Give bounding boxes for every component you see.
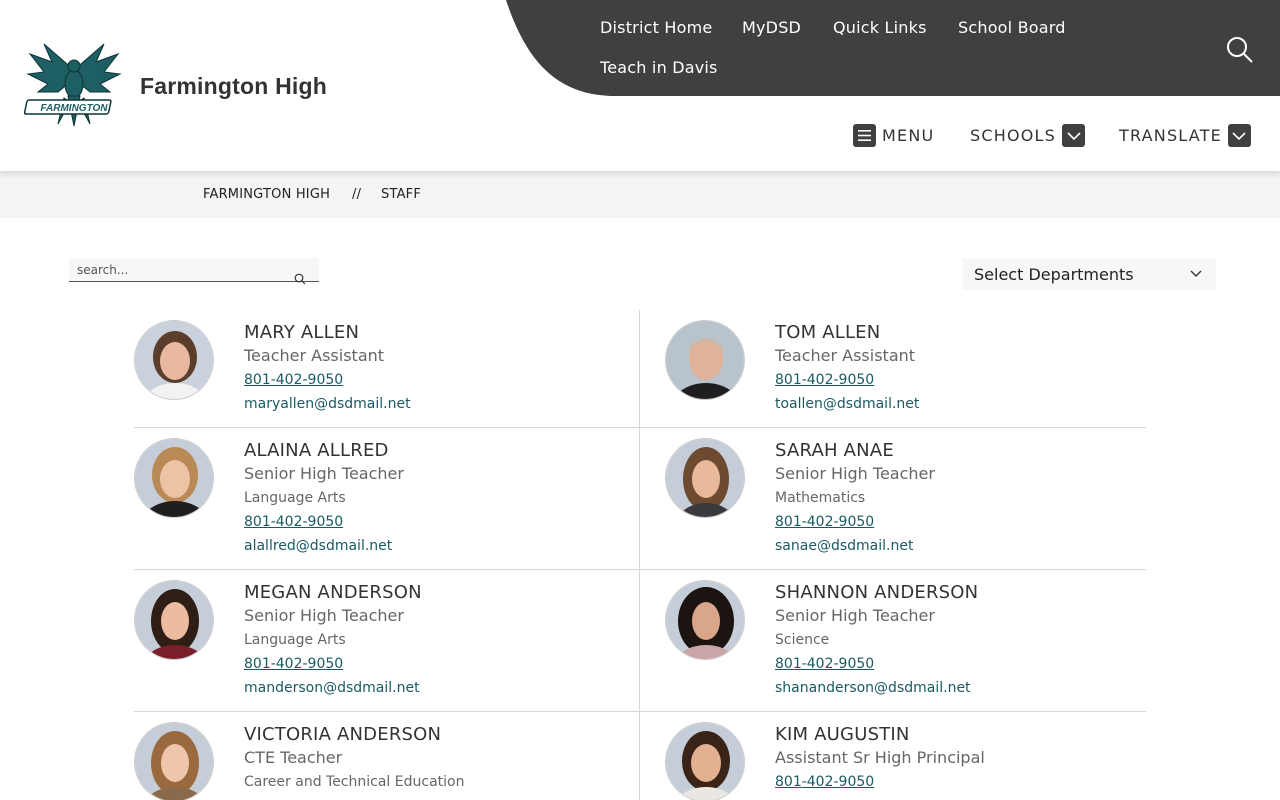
- staff-department: Science: [775, 632, 830, 648]
- staff-photo: [134, 722, 214, 800]
- chevron-down-icon: [1227, 124, 1251, 147]
- staff-info: KIM AUGUSTIN Assistant Sr High Principal…: [775, 722, 985, 792]
- hamburger-icon: [853, 124, 876, 147]
- utility-nav-panel: [506, 0, 1280, 96]
- staff-name: ALAINA ALLRED: [244, 440, 389, 461]
- nav-mydsd[interactable]: MyDSD: [742, 18, 801, 37]
- site-header: FARMINGTON Farmington High District Home…: [0, 0, 1280, 171]
- row-divider: [134, 711, 1146, 712]
- breadcrumb: FARMINGTON HIGH // STAFF: [0, 171, 1280, 218]
- staff-email-link[interactable]: alallred@dsdmail.net: [244, 536, 404, 556]
- staff-phone-link[interactable]: 801-402-9050: [244, 654, 422, 674]
- staff-info: MARY ALLEN Teacher Assistant 801-402-905…: [244, 320, 411, 414]
- staff-info: SHANNON ANDERSON Senior High Teacher Sci…: [775, 580, 978, 698]
- staff-info: ALAINA ALLRED Senior High Teacher Langua…: [244, 438, 404, 556]
- menu-button[interactable]: MENU: [853, 124, 934, 147]
- logo-text: FARMINGTON: [40, 103, 108, 114]
- staff-phone-link[interactable]: 801-402-9050: [775, 512, 935, 532]
- schools-dropdown[interactable]: SCHOOLS: [970, 124, 1086, 147]
- panel-curve: [506, 0, 616, 96]
- nav-quick-links[interactable]: Quick Links: [833, 18, 927, 37]
- staff-phone-link[interactable]: 801-402-9050: [775, 370, 919, 390]
- staff-info: VICTORIA ANDERSON CTE Teacher Career and…: [244, 722, 464, 792]
- chevron-down-icon: [1062, 124, 1086, 147]
- staff-email-link[interactable]: toallen@dsdmail.net: [775, 394, 919, 414]
- nav-school-board[interactable]: School Board: [958, 18, 1066, 37]
- staff-name: SHANNON ANDERSON: [775, 582, 979, 603]
- staff-department: Mathematics: [775, 490, 866, 506]
- staff-department: Career and Technical Education: [244, 774, 465, 790]
- translate-dropdown[interactable]: TRANSLATE: [1119, 124, 1251, 147]
- staff-photo: [665, 580, 745, 660]
- staff-email-link[interactable]: maryallen@dsdmail.net: [244, 394, 411, 414]
- column-divider: [639, 310, 640, 800]
- search-input[interactable]: [69, 258, 289, 281]
- staff-title: Senior High Teacher: [244, 606, 404, 625]
- staff-title: Teacher Assistant: [775, 346, 916, 365]
- staff-info: SARAH ANAE Senior High Teacher Mathemati…: [775, 438, 935, 556]
- staff-phone-link[interactable]: 801-402-9050: [775, 772, 985, 792]
- staff-title: Senior High Teacher: [775, 606, 935, 625]
- row-divider: [134, 569, 1146, 570]
- breadcrumb-current: STAFF: [381, 187, 422, 202]
- staff-phone-link[interactable]: 801-402-9050: [775, 654, 978, 674]
- staff-email-link[interactable]: sanae@dsdmail.net: [775, 536, 935, 556]
- staff-photo: [134, 438, 214, 518]
- staff-title: Teacher Assistant: [244, 346, 385, 365]
- staff-name: KIM AUGUSTIN: [775, 724, 910, 745]
- menu-label: MENU: [882, 126, 935, 145]
- row-divider: [134, 427, 1146, 428]
- translate-label: TRANSLATE: [1119, 126, 1222, 145]
- staff-name: VICTORIA ANDERSON: [244, 724, 442, 745]
- staff-name: MEGAN ANDERSON: [244, 582, 422, 603]
- search-icon[interactable]: [294, 273, 306, 285]
- staff-phone-link[interactable]: 801-402-9050: [244, 370, 411, 390]
- staff-department: Language Arts: [244, 632, 346, 648]
- staff-title: Senior High Teacher: [775, 464, 935, 483]
- staff-title: Assistant Sr High Principal: [775, 748, 985, 767]
- nav-teach-in-davis[interactable]: Teach in Davis: [600, 58, 718, 77]
- department-select[interactable]: Select Departments: [962, 258, 1216, 290]
- staff-department: Language Arts: [244, 490, 346, 506]
- staff-email-link[interactable]: manderson@dsdmail.net: [244, 678, 422, 698]
- staff-photo: [665, 722, 745, 800]
- staff-info: MEGAN ANDERSON Senior High Teacher Langu…: [244, 580, 422, 698]
- school-logo-phoenix-icon[interactable]: FARMINGTON: [24, 40, 124, 130]
- staff-phone-link[interactable]: 801-402-9050: [244, 512, 404, 532]
- staff-photo: [134, 320, 214, 400]
- staff-photo: [665, 438, 745, 518]
- school-name[interactable]: Farmington High: [140, 73, 327, 100]
- staff-title: Senior High Teacher: [244, 464, 404, 483]
- staff-photo: [134, 580, 214, 660]
- department-select-value: Select Departments: [974, 265, 1134, 284]
- staff-info: TOM ALLEN Teacher Assistant 801-402-9050…: [775, 320, 919, 414]
- staff-photo: [665, 320, 745, 400]
- nav-district-home[interactable]: District Home: [600, 18, 712, 37]
- breadcrumb-separator: //: [352, 187, 362, 202]
- chevron-down-icon: [1190, 270, 1202, 277]
- staff-name: SARAH ANAE: [775, 440, 894, 461]
- breadcrumb-home-link[interactable]: FARMINGTON HIGH: [203, 187, 330, 202]
- staff-search: [69, 258, 319, 285]
- staff-title: CTE Teacher: [244, 748, 343, 767]
- staff-name: MARY ALLEN: [244, 322, 360, 343]
- staff-email-link[interactable]: shananderson@dsdmail.net: [775, 678, 978, 698]
- search-icon[interactable]: [1226, 36, 1254, 64]
- staff-name: TOM ALLEN: [775, 322, 881, 343]
- schools-label: SCHOOLS: [970, 126, 1057, 145]
